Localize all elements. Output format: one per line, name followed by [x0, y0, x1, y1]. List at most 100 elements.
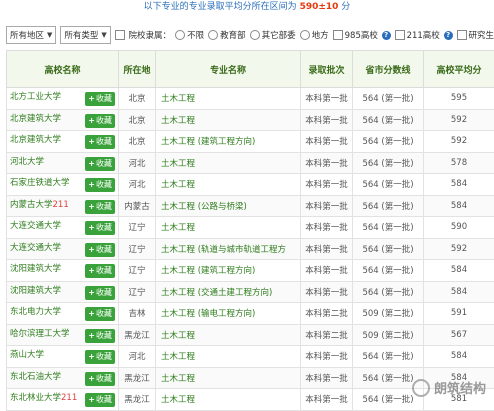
school-cell: 大连交通大学 +收藏: [7, 217, 119, 239]
school-name-link[interactable]: 东北石油大学: [10, 372, 61, 382]
favorite-button[interactable]: +收藏: [85, 350, 115, 364]
favorite-button[interactable]: +收藏: [85, 178, 115, 192]
major-link[interactable]: 土木工程 (输电工程方向): [156, 303, 301, 325]
school-name-link[interactable]: 东北林业大学: [10, 393, 61, 403]
affiliation-checkbox[interactable]: [115, 30, 125, 40]
radio-option-0[interactable]: 不限: [175, 29, 204, 41]
location-cell: 辽宁: [119, 281, 156, 303]
type-select[interactable]: 所有类型 ▼: [60, 26, 110, 44]
school-name-link[interactable]: 河北大学: [10, 157, 44, 167]
score-line-cell: 564 (第一批): [353, 217, 424, 239]
chevron-down-icon: ▼: [47, 31, 52, 39]
school-cell: 内蒙古大学211+收藏: [7, 195, 119, 217]
school-name-link[interactable]: 内蒙古大学: [10, 200, 53, 210]
favorite-button[interactable]: +收藏: [85, 92, 115, 106]
school-name-link[interactable]: 大连交通大学: [10, 221, 61, 231]
location-cell: 吉林: [119, 303, 156, 325]
batch-cell: 本科第一批: [301, 195, 353, 217]
favorite-button[interactable]: +收藏: [85, 243, 115, 257]
score-range: 590±10: [300, 2, 339, 12]
table-row: 沈阳建筑大学+收藏辽宁土木工程 (建筑工程方向)本科第一批564 (第一批)58…: [7, 260, 494, 282]
tag-211-checkbox[interactable]: 211高校: [395, 29, 440, 41]
major-link[interactable]: 土木工程: [156, 367, 301, 389]
location-cell: 北京: [119, 131, 156, 153]
table-header-row: 高校名称 所在地 专业名称 录取批次 省市分数线 高校平均分: [7, 51, 494, 88]
affiliation-label: 院校隶属：: [129, 29, 172, 41]
major-link[interactable]: 土木工程 (建筑工程方向): [156, 131, 301, 153]
results-table: 高校名称 所在地 专业名称 录取批次 省市分数线 高校平均分 北方工业大学 +收藏…: [6, 50, 494, 411]
summary-suffix: 分: [341, 2, 350, 12]
school-name-link[interactable]: 哈尔滨理工大学: [10, 329, 70, 339]
major-link[interactable]: 土木工程: [156, 346, 301, 368]
avg-score-cell: 578: [424, 152, 494, 174]
favorite-button[interactable]: +收藏: [85, 393, 115, 407]
school-cell: 北京建筑大学 +收藏: [7, 109, 119, 131]
major-link[interactable]: 土木工程: [156, 109, 301, 131]
major-link[interactable]: 土木工程 (轨道与城市轨道工程方: [156, 238, 301, 260]
favorite-button[interactable]: +收藏: [85, 286, 115, 300]
favorite-button[interactable]: +收藏: [85, 135, 115, 149]
plus-icon: +: [88, 309, 95, 318]
favorite-button[interactable]: +收藏: [85, 372, 115, 386]
favorite-button[interactable]: +收藏: [85, 157, 115, 171]
favorite-button[interactable]: +收藏: [85, 329, 115, 343]
help-icon[interactable]: ?: [382, 31, 391, 40]
col-line: 省市分数线: [353, 51, 424, 88]
favorite-button[interactable]: +收藏: [85, 114, 115, 128]
batch-cell: 本科第一批: [301, 346, 353, 368]
school-name-link[interactable]: 沈阳建筑大学: [10, 264, 61, 274]
radio-option-1[interactable]: 教育部: [208, 29, 246, 41]
school-name-link[interactable]: 燕山大学: [10, 350, 44, 360]
radio-option-2[interactable]: 其它部委: [250, 29, 296, 41]
school-name-link[interactable]: 石家庄铁道大学: [10, 178, 70, 188]
plus-icon: +: [88, 159, 95, 168]
region-select[interactable]: 所有地区 ▼: [6, 26, 56, 44]
location-cell: 黑龙江: [119, 367, 156, 389]
school-name-link[interactable]: 北方工业大学: [10, 92, 61, 102]
major-link[interactable]: 土木工程: [156, 152, 301, 174]
favorite-button[interactable]: +收藏: [85, 200, 115, 214]
location-cell: 北京: [119, 109, 156, 131]
radio-option-3[interactable]: 地方: [300, 29, 329, 41]
school-name-link[interactable]: 沈阳建筑大学: [10, 286, 61, 296]
school-name-link[interactable]: 北京建筑大学: [10, 135, 61, 145]
school-name-link[interactable]: 北京建筑大学: [10, 114, 61, 124]
tag-985-checkbox[interactable]: 985高校: [333, 29, 378, 41]
tag-grad-checkbox[interactable]: 研究生: [457, 29, 494, 41]
major-link[interactable]: 土木工程 (公路与桥梁): [156, 195, 301, 217]
school-cell: 沈阳建筑大学 +收藏: [7, 281, 119, 303]
score-line-cell: 564 (第一批): [353, 346, 424, 368]
wechat-logo-icon: [412, 379, 430, 397]
summary-prefix: 以下专业的专业录取平均分所在区间为: [144, 2, 297, 12]
favorite-button[interactable]: +收藏: [85, 307, 115, 321]
table-row: 内蒙古大学211+收藏内蒙古土木工程 (公路与桥梁)本科第一批564 (第一批)…: [7, 195, 494, 217]
tag-211-badge: 211: [61, 393, 77, 403]
major-link[interactable]: 土木工程: [156, 324, 301, 346]
plus-icon: +: [88, 288, 95, 297]
location-cell: 黑龙江: [119, 324, 156, 346]
school-name-link[interactable]: 东北电力大学: [10, 307, 61, 317]
score-line-cell: 564 (第一批): [353, 152, 424, 174]
major-link[interactable]: 土木工程 (交通土建工程方向): [156, 281, 301, 303]
school-cell: 东北电力大学 +收藏: [7, 303, 119, 325]
major-link[interactable]: 土木工程: [156, 88, 301, 110]
major-link[interactable]: 土木工程: [156, 174, 301, 196]
avg-score-cell: 590: [424, 217, 494, 239]
favorite-button[interactable]: +收藏: [85, 221, 115, 235]
score-line-cell: 564 (第一批): [353, 238, 424, 260]
score-line-cell: 564 (第一批): [353, 281, 424, 303]
favorite-button[interactable]: +收藏: [85, 264, 115, 278]
help-icon[interactable]: ?: [444, 31, 453, 40]
school-cell: 燕山大学 +收藏: [7, 346, 119, 368]
table-row: 北京建筑大学+收藏北京土木工程本科第一批564 (第一批)592: [7, 109, 494, 131]
location-cell: 辽宁: [119, 238, 156, 260]
filter-bar: 所有地区 ▼ 所有类型 ▼ 院校隶属： 不限 教育部 其它部委 地方 985高校…: [6, 24, 494, 46]
location-cell: 河北: [119, 174, 156, 196]
avg-score-cell: 584: [424, 174, 494, 196]
location-cell: 辽宁: [119, 260, 156, 282]
major-link[interactable]: 土木工程 (建筑工程方向): [156, 260, 301, 282]
score-line-cell: 564 (第一批): [353, 131, 424, 153]
batch-cell: 本科第一批: [301, 367, 353, 389]
school-name-link[interactable]: 大连交通大学: [10, 243, 61, 253]
major-link[interactable]: 土木工程: [156, 217, 301, 239]
